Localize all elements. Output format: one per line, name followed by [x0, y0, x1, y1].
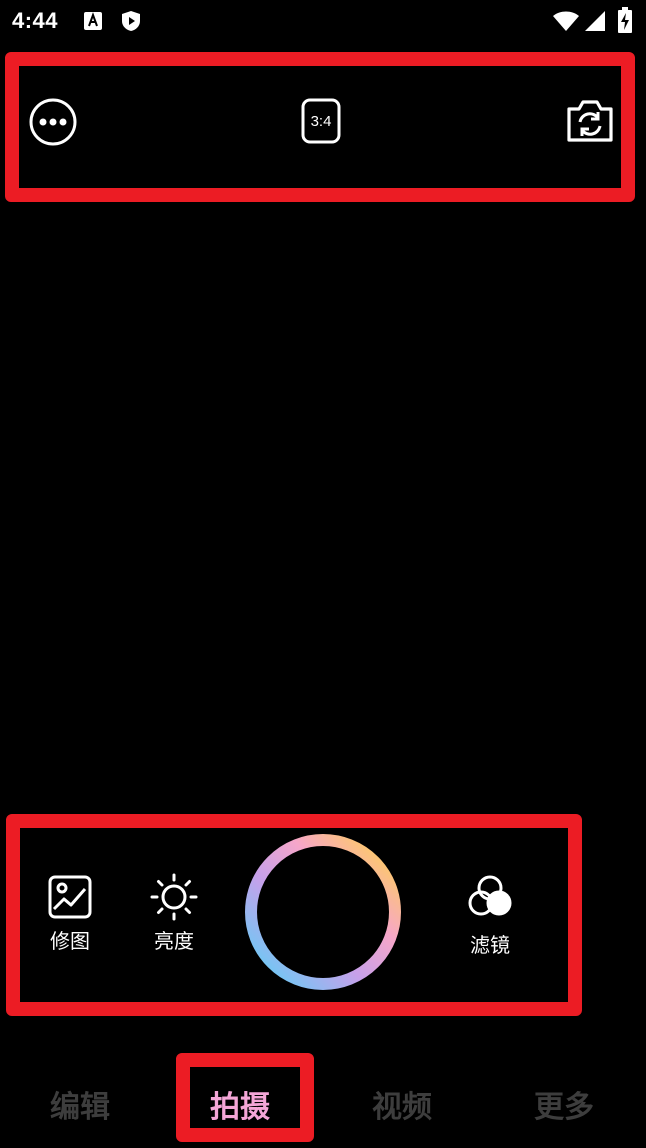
tab-video[interactable]: 视频 [372, 1082, 432, 1126]
top-toolbar: 3:4 [25, 72, 615, 182]
brightness-button[interactable]: 亮度 [134, 873, 214, 954]
tab-more[interactable]: 更多 [534, 1082, 594, 1126]
edit-photo-label: 修图 [50, 929, 90, 953]
aspect-ratio-button[interactable]: 3:4 [301, 98, 341, 144]
filter-circles-icon [468, 875, 512, 916]
image-edit-icon [48, 875, 92, 919]
edit-photo-button[interactable]: 修图 [30, 875, 110, 954]
shutter-ring-icon [245, 834, 401, 990]
tab-shoot[interactable]: 拍摄 [210, 1082, 270, 1126]
shutter-button[interactable] [243, 832, 403, 992]
filter-label: 滤镜 [470, 933, 510, 957]
battery-charging-icon [618, 7, 632, 33]
status-time: 4:44 [12, 8, 59, 33]
brightness-label: 亮度 [154, 929, 194, 953]
app-notification-icon [84, 12, 102, 30]
filter-button[interactable]: 滤镜 [450, 873, 530, 958]
switch-camera-button[interactable] [565, 96, 615, 146]
tab-edit[interactable]: 编辑 [50, 1082, 110, 1126]
aspect-ratio-label: 3:4 [310, 112, 332, 130]
status-bar: 4:44 [0, 0, 646, 44]
signal-icon [585, 11, 605, 31]
shield-icon [122, 11, 140, 31]
more-dots-icon [29, 98, 77, 146]
sun-icon [150, 873, 198, 921]
more-button[interactable] [27, 96, 79, 148]
camera-switch-icon [567, 100, 613, 142]
wifi-icon [553, 11, 579, 31]
